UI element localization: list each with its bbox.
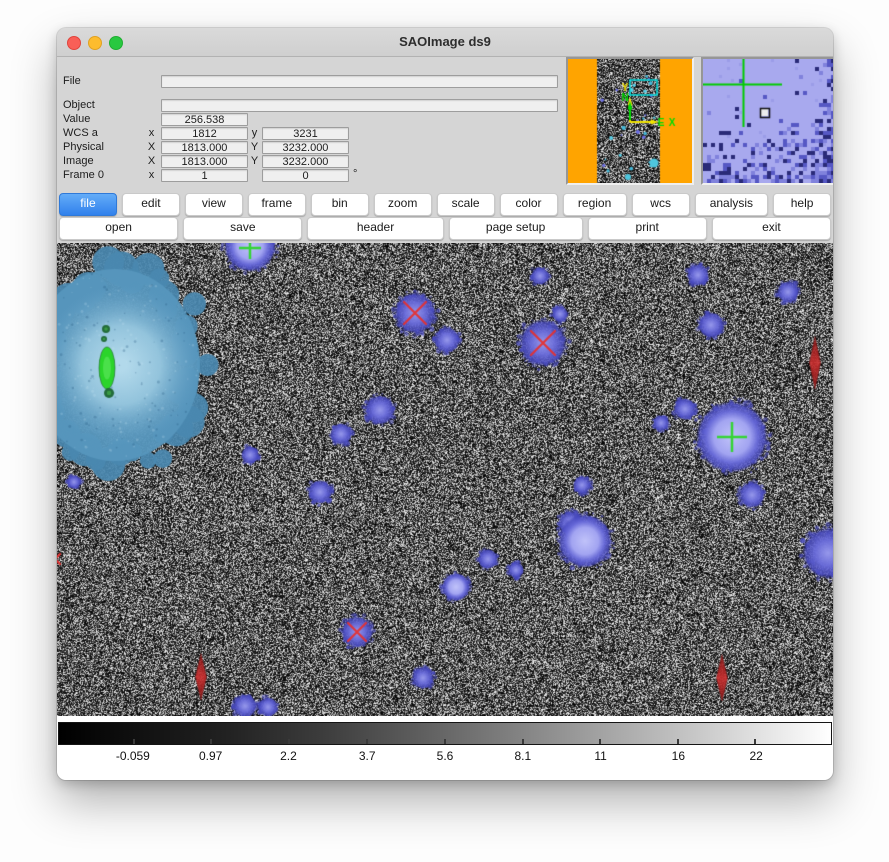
wcs-y-label: y: [248, 127, 261, 140]
colorbar-tick: [133, 739, 135, 744]
colorbar-value: 22: [749, 749, 762, 763]
menu-help[interactable]: help: [773, 193, 831, 216]
image-display[interactable]: [57, 243, 833, 716]
frame-x-label: x: [145, 169, 158, 182]
menubar: file edit view frame bin zoom scale colo…: [59, 193, 831, 216]
colorbar-tick: [210, 739, 212, 744]
toolbar: open save header page setup print exit: [59, 217, 831, 240]
toolbar-open[interactable]: open: [59, 217, 178, 240]
magnifier[interactable]: [703, 59, 833, 183]
colorbar-tick: [288, 739, 290, 744]
colorbar-tick: [677, 739, 679, 744]
degree-symbol: °: [353, 168, 365, 181]
file-field[interactable]: [161, 75, 558, 88]
magnifier-panel: [701, 57, 833, 185]
title-bar[interactable]: SAOImage ds9: [57, 28, 833, 57]
wcs-y-field[interactable]: [262, 127, 349, 140]
menu-file[interactable]: file: [59, 193, 117, 216]
image-x-label: X: [145, 155, 158, 168]
object-field[interactable]: [161, 99, 558, 112]
wcs-x-field[interactable]: [161, 127, 248, 140]
colorbar[interactable]: [58, 722, 832, 745]
panner[interactable]: [568, 59, 692, 183]
menu-edit[interactable]: edit: [122, 193, 180, 216]
menu-analysis[interactable]: analysis: [695, 193, 769, 216]
frame-zoom-field[interactable]: [161, 169, 248, 182]
frame-rotation-field[interactable]: [262, 169, 349, 182]
colorbar-tick: [444, 739, 446, 744]
menu-frame[interactable]: frame: [248, 193, 306, 216]
physical-y-field[interactable]: [262, 141, 349, 154]
value-field[interactable]: [161, 113, 248, 126]
colorbar-value: 8.1: [514, 749, 531, 763]
colorbar-value: 2.2: [280, 749, 297, 763]
physical-x-label: X: [145, 141, 158, 154]
colorbar-value: -0.059: [116, 749, 150, 763]
menu-wcs[interactable]: wcs: [632, 193, 690, 216]
menu-region[interactable]: region: [563, 193, 627, 216]
file-label: File: [63, 75, 148, 88]
menu-bin[interactable]: bin: [311, 193, 369, 216]
object-label: Object: [63, 99, 148, 112]
physical-x-field[interactable]: [161, 141, 248, 154]
desktop: SAOImage ds9 File Object Value WCS a x y…: [0, 0, 889, 862]
colorbar-value: 5.6: [437, 749, 454, 763]
colorbar-value: 16: [672, 749, 685, 763]
menu-scale[interactable]: scale: [437, 193, 495, 216]
image-label: Image: [63, 155, 148, 168]
colorbar-tick: [366, 739, 368, 744]
colorbar-value: 0.97: [199, 749, 222, 763]
colorbar-tick: [522, 739, 524, 744]
wcs-label: WCS a: [63, 127, 148, 140]
physical-y-label: Y: [248, 141, 261, 154]
colorbar-value: 3.7: [359, 749, 376, 763]
image-x-field[interactable]: [161, 155, 248, 168]
menu-view[interactable]: view: [185, 193, 243, 216]
image-y-label: Y: [248, 155, 261, 168]
colorbar-tick: [599, 739, 601, 744]
frame-label: Frame 0: [63, 169, 148, 182]
menu-color[interactable]: color: [500, 193, 558, 216]
menu-zoom[interactable]: zoom: [374, 193, 432, 216]
toolbar-header[interactable]: header: [307, 217, 443, 240]
colorbar-tick: [754, 739, 756, 744]
app-window: SAOImage ds9 File Object Value WCS a x y…: [57, 28, 833, 780]
physical-label: Physical: [63, 141, 148, 154]
colorbar-strip: -0.059 0.97 2.2 3.7 5.6 8.1 11 16 22: [57, 716, 833, 780]
toolbar-print[interactable]: print: [588, 217, 707, 240]
colorbar-value: 11: [594, 749, 606, 763]
colorbar-labels: -0.059 0.97 2.2 3.7 5.6 8.1 11 16 22: [58, 749, 832, 767]
panner-panel: [566, 57, 694, 185]
window-title: SAOImage ds9: [57, 28, 833, 56]
toolbar-page-setup[interactable]: page setup: [449, 217, 583, 240]
wcs-x-label: x: [145, 127, 158, 140]
value-label: Value: [63, 113, 148, 126]
toolbar-exit[interactable]: exit: [712, 217, 831, 240]
image-y-field[interactable]: [262, 155, 349, 168]
toolbar-save[interactable]: save: [183, 217, 302, 240]
